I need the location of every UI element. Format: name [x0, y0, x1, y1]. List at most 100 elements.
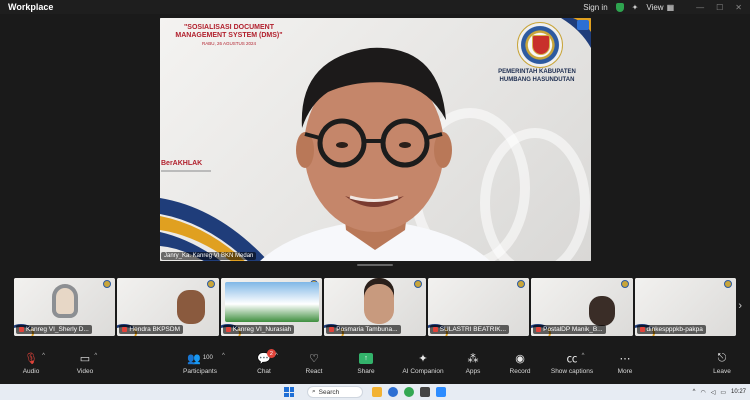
- participant-tile[interactable]: Kanreg VI_Sherly D...: [14, 278, 116, 336]
- mic-muted-icon: [329, 326, 335, 332]
- participant-tile[interactable]: dinkespppkb-pakpa: [634, 278, 736, 336]
- mic-muted-icon: 🎙 ^: [24, 352, 45, 365]
- participant-name-text: Posmaria Tambuna...: [336, 326, 398, 333]
- participants-label: Participants: [183, 368, 217, 375]
- chat-button[interactable]: 💬 2 ^ Chat: [239, 349, 289, 375]
- clock[interactable]: 10:27: [731, 389, 746, 396]
- participant-name: SULASTRI BEATRIK...: [429, 325, 510, 334]
- participant-name: Hendra BKPSDM: [119, 325, 183, 334]
- camera-icon: ▭ ^: [79, 352, 98, 365]
- apps-button[interactable]: ⁂ Apps: [448, 350, 498, 376]
- clock-time: 10:27: [730, 388, 746, 395]
- chevron-up-icon[interactable]: ^: [582, 353, 585, 359]
- record-button[interactable]: ◉ Record: [495, 350, 545, 376]
- zoom-icon[interactable]: [436, 387, 446, 397]
- video-label: Video: [76, 368, 94, 375]
- participants-button[interactable]: 👥 100 ^ Participants: [175, 350, 225, 376]
- record-label: Record: [509, 368, 531, 375]
- participant-name: Posmaria Tambuna...: [326, 325, 401, 334]
- participant-tile[interactable]: Hendra BKPSDM: [117, 278, 219, 336]
- system-tray: ^ ◠ ◁ ▭ 10:27: [693, 384, 746, 400]
- emblem-icon: [723, 280, 732, 288]
- more-icon: ⋯: [619, 352, 631, 365]
- heart-icon: ♡: [309, 352, 319, 365]
- ai-companion-button[interactable]: ✦ AI Companion: [398, 350, 448, 376]
- record-icon: ◉: [515, 352, 525, 365]
- shield-icon[interactable]: [615, 2, 624, 12]
- participant-video: [364, 284, 395, 324]
- close-icon[interactable]: ✕: [735, 3, 742, 12]
- participant-name-text: PostalDP Manik_B...: [543, 326, 603, 333]
- emblem-icon: [413, 280, 422, 288]
- participant-video: [224, 282, 319, 322]
- video-button[interactable]: ▭ ^ Video: [60, 350, 110, 376]
- mic-muted-icon: [122, 326, 128, 332]
- more-label: More: [617, 368, 633, 375]
- participant-name: dinkespppkb-pakpa: [636, 325, 706, 334]
- resize-handle[interactable]: [357, 264, 393, 266]
- taskbar-search[interactable]: ⌕ Search: [307, 386, 363, 398]
- minimize-icon[interactable]: —: [696, 3, 704, 12]
- share-arrow-icon: ↑: [359, 352, 373, 364]
- participant-tile[interactable]: Posmaria Tambuna...: [324, 278, 426, 336]
- chrome-icon[interactable]: [404, 387, 414, 397]
- sign-in-button[interactable]: Sign in: [583, 3, 607, 12]
- speaker-figure: [260, 47, 490, 261]
- chevron-up-icon[interactable]: ^: [222, 353, 225, 359]
- window-controls: — ☐ ✕: [696, 3, 742, 12]
- captions-label: Show captions: [550, 368, 594, 375]
- app-title: Workplace: [8, 2, 54, 12]
- participant-name-text: Kanreg VI_Sherly D...: [26, 326, 89, 333]
- participant-tile[interactable]: SULASTRI BEATRIK...: [427, 278, 530, 336]
- show-captions-button[interactable]: ㏄ ^ Show captions: [547, 350, 597, 375]
- battery-icon[interactable]: ▭: [720, 389, 726, 396]
- audio-button[interactable]: 🎙 ^ Audio: [6, 350, 56, 376]
- meeting-toolbar: 🎙 ^ Audio ▭ ^ Video 👥 100 ^ Participants 💬 2 ^…: [0, 348, 750, 382]
- leave-label: Leave: [713, 368, 731, 375]
- participant-tile[interactable]: Kanreg VI_Nurasiah: [220, 278, 323, 336]
- search-icon: ⌕: [312, 388, 316, 395]
- sparkle-icon[interactable]: ✦: [632, 3, 639, 12]
- chevron-up-icon[interactable]: ^: [94, 353, 97, 359]
- leave-door-icon: ⎋: [717, 351, 727, 364]
- mic-muted-icon: [639, 326, 645, 332]
- more-button[interactable]: ⋯ More: [600, 350, 650, 376]
- participant-gallery: Kanreg VI_Sherly D... Hendra BKPSDM Kanreg…: [14, 278, 736, 336]
- share-button[interactable]: ↑ Share: [341, 350, 391, 375]
- ai-sparkle-icon: ✦: [418, 352, 428, 365]
- speaker-icon[interactable]: ◁: [711, 389, 716, 396]
- emblem-icon: [206, 280, 215, 288]
- chevron-up-icon[interactable]: ^: [275, 353, 278, 359]
- react-label: React: [305, 368, 323, 375]
- mic-muted-icon: [225, 326, 231, 332]
- participant-name-text: Kanreg VI_Nurasiah: [232, 326, 292, 333]
- browser-icon[interactable]: [388, 387, 398, 397]
- wifi-icon[interactable]: ◠: [700, 389, 705, 396]
- view-button[interactable]: View ▦: [646, 3, 674, 12]
- file-explorer-icon[interactable]: [372, 387, 382, 397]
- chat-icon: 💬 2 ^: [257, 349, 278, 365]
- leave-button[interactable]: ⎋ Leave: [697, 350, 747, 376]
- active-speaker-video[interactable]: "SOSIALISASI DOCUMENT MANAGEMENT SYSTEM …: [160, 18, 591, 261]
- windows-taskbar: ⌕ Search ^ ◠ ◁ ▭ 10:27: [0, 384, 750, 400]
- title-bar: Workplace Sign in ✦ View ▦ — ☐ ✕: [0, 0, 750, 14]
- participant-name-text: dinkespppkb-pakpa: [646, 326, 703, 333]
- windows-start-icon[interactable]: [284, 387, 294, 397]
- gallery-next-icon[interactable]: ›: [738, 300, 742, 312]
- participant-name: Kanreg VI_Nurasiah: [222, 325, 295, 334]
- participant-tile[interactable]: PostalDP Manik_B...: [531, 278, 633, 336]
- emblem-icon: [620, 280, 629, 288]
- share-icon: ↑: [359, 350, 373, 366]
- maximize-icon[interactable]: ☐: [716, 3, 723, 12]
- mic-muted-icon: [19, 326, 24, 332]
- react-button[interactable]: ♡ React: [289, 350, 339, 376]
- participant-video: [177, 290, 206, 324]
- chevron-up-icon[interactable]: ^: [42, 353, 45, 359]
- chevron-up-icon[interactable]: ^: [693, 389, 696, 395]
- view-label: View: [646, 2, 664, 12]
- speaker-name-label: Janry_Ka. Kanreg VI BKN Medan: [161, 252, 257, 260]
- app-icon[interactable]: [420, 387, 430, 397]
- audio-label: Audio: [22, 368, 40, 375]
- mic-muted-icon: [432, 326, 438, 332]
- search-label: Search: [318, 388, 340, 396]
